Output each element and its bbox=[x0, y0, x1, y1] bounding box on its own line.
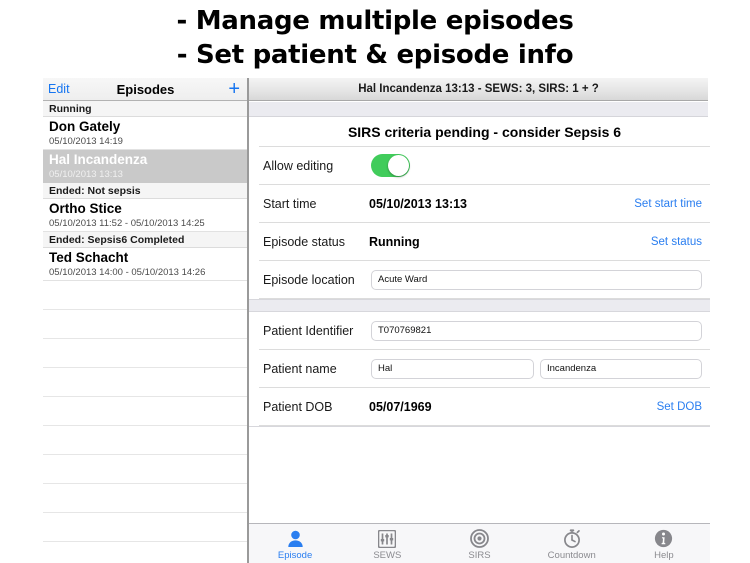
episode-location-label: Episode location bbox=[263, 273, 355, 287]
sidebar-group-header: Ended: Not sepsis bbox=[43, 183, 248, 199]
empty-row bbox=[43, 368, 248, 397]
tab-label: SEWS bbox=[373, 550, 401, 561]
list-item[interactable]: Ortho Stice 05/10/2013 11:52 - 05/10/201… bbox=[43, 199, 248, 232]
tab-label: Help bbox=[654, 550, 674, 561]
person-icon bbox=[287, 528, 304, 549]
status-banner: SIRS criteria pending - consider Sepsis … bbox=[259, 118, 710, 147]
episode-status-label: Episode status bbox=[263, 235, 345, 249]
section-separator bbox=[249, 299, 710, 312]
row-episode-location: Episode location Acute Ward bbox=[259, 261, 710, 299]
episode-time: 05/10/2013 14:19 bbox=[49, 135, 242, 148]
app-screen: Edit Episodes + Running Don Gately 05/10… bbox=[0, 78, 750, 563]
tab-sirs[interactable]: SIRS bbox=[433, 524, 525, 563]
tab-label: Countdown bbox=[548, 550, 596, 561]
empty-row bbox=[43, 484, 248, 513]
episodes-sidebar: Edit Episodes + Running Don Gately 05/10… bbox=[43, 78, 248, 563]
patient-dob-value: 05/07/1969 bbox=[369, 400, 432, 414]
empty-row bbox=[43, 397, 248, 426]
sidebar-group-header: Running bbox=[43, 101, 248, 117]
row-allow-editing: Allow editing bbox=[259, 147, 710, 185]
sidebar-group-header: Ended: Sepsis6 Completed bbox=[43, 232, 248, 248]
row-patient-name: Patient name Hal Incandenza bbox=[259, 350, 710, 388]
stopwatch-icon bbox=[563, 528, 581, 549]
page-title: Hal Incandenza 13:13 - SEWS: 3, SIRS: 1 … bbox=[358, 83, 599, 95]
patient-first-name-input[interactable]: Hal bbox=[371, 359, 534, 379]
row-patient-dob: Patient DOB 05/07/1969 Set DOB bbox=[259, 388, 710, 426]
tab-bar: Episode SEWS bbox=[249, 523, 710, 563]
row-start-time: Start time 05/10/2013 13:13 Set start ti… bbox=[259, 185, 710, 223]
episode-time: 05/10/2013 14:00 - 05/10/2013 14:26 bbox=[49, 266, 242, 279]
empty-row bbox=[43, 310, 248, 339]
promo-line-1: - Manage multiple episodes bbox=[176, 5, 573, 39]
patient-name-label: Patient name bbox=[263, 362, 337, 376]
row-episode-status: Episode status Running Set status bbox=[259, 223, 710, 261]
sidebar-title: Episodes bbox=[43, 82, 248, 97]
tab-label: SIRS bbox=[468, 550, 490, 561]
start-time-label: Start time bbox=[263, 197, 317, 211]
empty-row bbox=[43, 281, 248, 310]
empty-row bbox=[43, 513, 248, 542]
detail-navbar: Hal Incandenza 13:13 - SEWS: 3, SIRS: 1 … bbox=[249, 78, 708, 101]
sidebar-navbar: Edit Episodes + bbox=[43, 78, 248, 101]
row-patient-identifier: Patient Identifier T070769821 bbox=[259, 312, 710, 350]
start-time-value: 05/10/2013 13:13 bbox=[369, 197, 467, 211]
tab-label: Episode bbox=[278, 550, 312, 561]
toggle-knob bbox=[388, 155, 409, 176]
empty-row bbox=[43, 339, 248, 368]
sliders-icon bbox=[378, 528, 396, 549]
set-start-time-button[interactable]: Set start time bbox=[634, 198, 702, 210]
form-filler bbox=[249, 426, 710, 427]
episode-name: Don Gately bbox=[49, 119, 242, 135]
navbar-spacer bbox=[249, 102, 708, 117]
episode-time: 05/10/2013 13:13 bbox=[49, 168, 242, 181]
empty-row bbox=[43, 455, 248, 484]
episode-time: 05/10/2013 11:52 - 05/10/2013 14:25 bbox=[49, 217, 242, 230]
allow-editing-toggle[interactable] bbox=[371, 154, 410, 177]
promo-caption: - Manage multiple episodes - Set patient… bbox=[0, 0, 750, 78]
tab-episode[interactable]: Episode bbox=[249, 524, 341, 563]
episode-name: Ortho Stice bbox=[49, 201, 242, 217]
episode-form: SIRS criteria pending - consider Sepsis … bbox=[249, 118, 710, 523]
tab-countdown[interactable]: Countdown bbox=[526, 524, 618, 563]
tab-help[interactable]: Help bbox=[618, 524, 710, 563]
detail-pane: Hal Incandenza 13:13 - SEWS: 3, SIRS: 1 … bbox=[249, 78, 750, 563]
patient-identifier-label: Patient Identifier bbox=[263, 324, 353, 338]
episode-location-input[interactable]: Acute Ward bbox=[371, 270, 702, 290]
list-item-selected[interactable]: Hal Incandenza 05/10/2013 13:13 bbox=[43, 150, 248, 183]
tab-sews[interactable]: SEWS bbox=[341, 524, 433, 563]
add-episode-icon[interactable]: + bbox=[228, 82, 240, 96]
patient-dob-label: Patient DOB bbox=[263, 400, 332, 414]
episode-status-value: Running bbox=[369, 235, 420, 249]
patient-last-name-input[interactable]: Incandenza bbox=[540, 359, 702, 379]
allow-editing-label: Allow editing bbox=[263, 159, 333, 173]
episode-name: Hal Incandenza bbox=[49, 152, 242, 168]
list-item[interactable]: Don Gately 05/10/2013 14:19 bbox=[43, 117, 248, 150]
target-icon bbox=[470, 528, 489, 549]
info-icon bbox=[654, 528, 673, 549]
set-dob-button[interactable]: Set DOB bbox=[657, 401, 702, 413]
set-status-button[interactable]: Set status bbox=[651, 236, 702, 248]
list-item[interactable]: Ted Schacht 05/10/2013 14:00 - 05/10/201… bbox=[43, 248, 248, 281]
episode-name: Ted Schacht bbox=[49, 250, 242, 266]
screenshot-root: - Manage multiple episodes - Set patient… bbox=[0, 0, 750, 563]
patient-identifier-input[interactable]: T070769821 bbox=[371, 321, 702, 341]
promo-line-2: - Set patient & episode info bbox=[177, 39, 574, 73]
empty-row bbox=[43, 426, 248, 455]
